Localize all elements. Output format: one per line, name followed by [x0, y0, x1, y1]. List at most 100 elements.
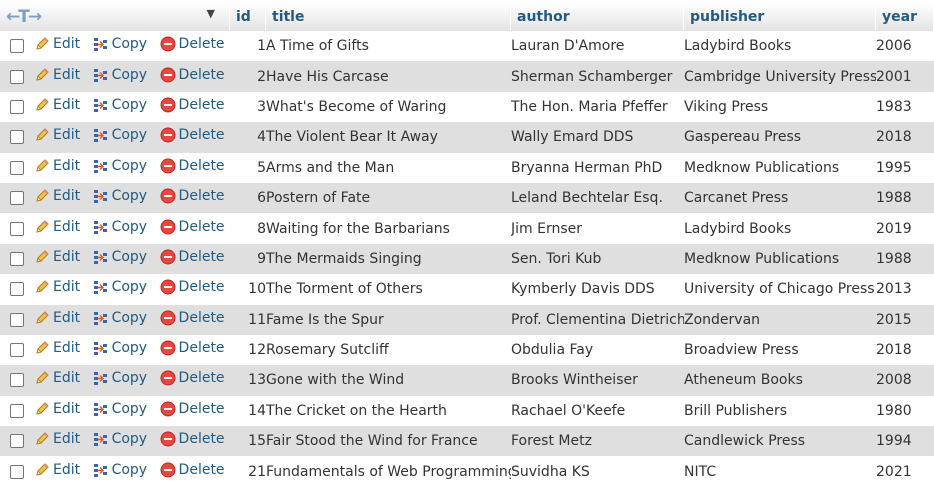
cell-author[interactable]: Obdulia Fay [511, 334, 684, 366]
sort-dropdown-icon[interactable]: ▼ [207, 7, 215, 20]
cell-year[interactable]: 2015 [876, 304, 934, 335]
row-checkbox[interactable] [10, 69, 24, 84]
cell-publisher[interactable]: Ladybird Books [684, 213, 876, 244]
delete-button[interactable]: Delete [160, 219, 225, 235]
cell-title[interactable]: Gone with the Wind [266, 365, 511, 396]
cell-title[interactable]: Postern of Fate [266, 182, 511, 214]
delete-button[interactable]: Delete [160, 370, 225, 386]
cell-title[interactable]: Fame Is the Spur [266, 304, 511, 335]
cell-title[interactable]: A Time of Gifts [266, 31, 511, 62]
copy-button[interactable]: Copy [93, 310, 147, 326]
cell-title[interactable]: Fundamentals of Web Programming [266, 456, 511, 487]
delete-button[interactable]: Delete [160, 36, 225, 52]
edit-button[interactable]: Edit [34, 401, 80, 417]
edit-button[interactable]: Edit [34, 462, 80, 478]
delete-button[interactable]: Delete [160, 127, 225, 143]
cell-author[interactable]: Leland Bechtelar Esq. [511, 182, 684, 214]
delete-button[interactable]: Delete [160, 310, 225, 326]
cell-publisher[interactable]: Zondervan [684, 304, 876, 335]
cell-year[interactable]: 1983 [876, 91, 934, 123]
cell-year[interactable]: 2008 [876, 365, 934, 396]
row-checkbox[interactable] [10, 191, 24, 206]
column-header-year[interactable]: year [876, 3, 934, 31]
cell-publisher[interactable]: University of Chicago Press [684, 274, 876, 305]
cell-year[interactable]: 2018 [876, 334, 934, 366]
column-arrows-icon[interactable]: ←T→ [6, 7, 42, 27]
cell-author[interactable]: Sherman Schamberger [511, 61, 684, 92]
delete-button[interactable]: Delete [160, 188, 225, 204]
row-checkbox[interactable] [10, 434, 24, 449]
edit-button[interactable]: Edit [34, 340, 80, 356]
cell-author[interactable]: Rachael O'Keefe [511, 395, 684, 427]
row-checkbox[interactable] [10, 403, 24, 418]
delete-button[interactable]: Delete [160, 158, 225, 174]
cell-year[interactable]: 2019 [876, 213, 934, 244]
row-checkbox[interactable] [10, 282, 24, 297]
copy-button[interactable]: Copy [93, 340, 147, 356]
cell-publisher[interactable]: Atheneum Books [684, 365, 876, 396]
cell-title[interactable]: The Torment of Others [266, 274, 511, 305]
cell-publisher[interactable]: NITC [684, 456, 876, 487]
copy-button[interactable]: Copy [93, 462, 147, 478]
row-checkbox[interactable] [10, 221, 24, 236]
row-checkbox[interactable] [10, 99, 24, 114]
cell-year[interactable]: 2001 [876, 61, 934, 92]
cell-author[interactable]: Lauran D'Amore [511, 31, 684, 62]
cell-publisher[interactable]: Broadview Press [684, 334, 876, 366]
edit-button[interactable]: Edit [34, 127, 80, 143]
edit-button[interactable]: Edit [34, 158, 80, 174]
row-checkbox[interactable] [10, 343, 24, 358]
edit-button[interactable]: Edit [34, 279, 80, 295]
delete-button[interactable]: Delete [160, 340, 225, 356]
edit-button[interactable]: Edit [34, 188, 80, 204]
cell-year[interactable]: 1988 [876, 243, 934, 275]
cell-publisher[interactable]: Brill Publishers [684, 395, 876, 427]
copy-button[interactable]: Copy [93, 219, 147, 235]
copy-button[interactable]: Copy [93, 67, 147, 83]
delete-button[interactable]: Delete [160, 279, 225, 295]
edit-button[interactable]: Edit [34, 67, 80, 83]
cell-author[interactable]: Forest Metz [511, 426, 684, 457]
edit-button[interactable]: Edit [34, 310, 80, 326]
cell-title[interactable]: Have His Carcase [266, 61, 511, 92]
delete-button[interactable]: Delete [160, 97, 225, 113]
delete-button[interactable]: Delete [160, 431, 225, 447]
cell-year[interactable]: 1988 [876, 182, 934, 214]
edit-button[interactable]: Edit [34, 219, 80, 235]
delete-button[interactable]: Delete [160, 401, 225, 417]
cell-publisher[interactable]: Carcanet Press [684, 182, 876, 214]
row-checkbox[interactable] [10, 39, 24, 54]
cell-year[interactable]: 2013 [876, 274, 934, 305]
copy-button[interactable]: Copy [93, 127, 147, 143]
cell-author[interactable]: Prof. Clementina Dietrich [511, 304, 684, 335]
copy-button[interactable]: Copy [93, 249, 147, 265]
cell-title[interactable]: The Mermaids Singing [266, 243, 511, 275]
edit-button[interactable]: Edit [34, 431, 80, 447]
copy-button[interactable]: Copy [93, 401, 147, 417]
cell-author[interactable]: The Hon. Maria Pfeffer [511, 91, 684, 123]
column-header-id[interactable]: id [230, 3, 266, 31]
cell-title[interactable]: What's Become of Waring [266, 91, 511, 123]
edit-button[interactable]: Edit [34, 36, 80, 52]
row-checkbox[interactable] [10, 130, 24, 145]
copy-button[interactable]: Copy [93, 158, 147, 174]
delete-button[interactable]: Delete [160, 249, 225, 265]
column-header-publisher[interactable]: publisher [684, 3, 876, 31]
copy-button[interactable]: Copy [93, 431, 147, 447]
copy-button[interactable]: Copy [93, 36, 147, 52]
cell-author[interactable]: Brooks Wintheiser [511, 365, 684, 396]
copy-button[interactable]: Copy [93, 97, 147, 113]
cell-year[interactable]: 1994 [876, 426, 934, 457]
column-header-author[interactable]: author [511, 3, 684, 31]
cell-author[interactable]: Kymberly Davis DDS [511, 274, 684, 305]
cell-title[interactable]: The Cricket on the Hearth [266, 395, 511, 427]
cell-author[interactable]: Suvidha KS [511, 456, 684, 487]
cell-author[interactable]: Wally Emard DDS [511, 122, 684, 153]
cell-publisher[interactable]: Medknow Publications [684, 243, 876, 275]
copy-button[interactable]: Copy [93, 188, 147, 204]
copy-button[interactable]: Copy [93, 279, 147, 295]
cell-year[interactable]: 1980 [876, 395, 934, 427]
cell-title[interactable]: Rosemary Sutcliff [266, 334, 511, 366]
cell-title[interactable]: The Violent Bear It Away [266, 122, 511, 153]
row-checkbox[interactable] [10, 464, 24, 479]
